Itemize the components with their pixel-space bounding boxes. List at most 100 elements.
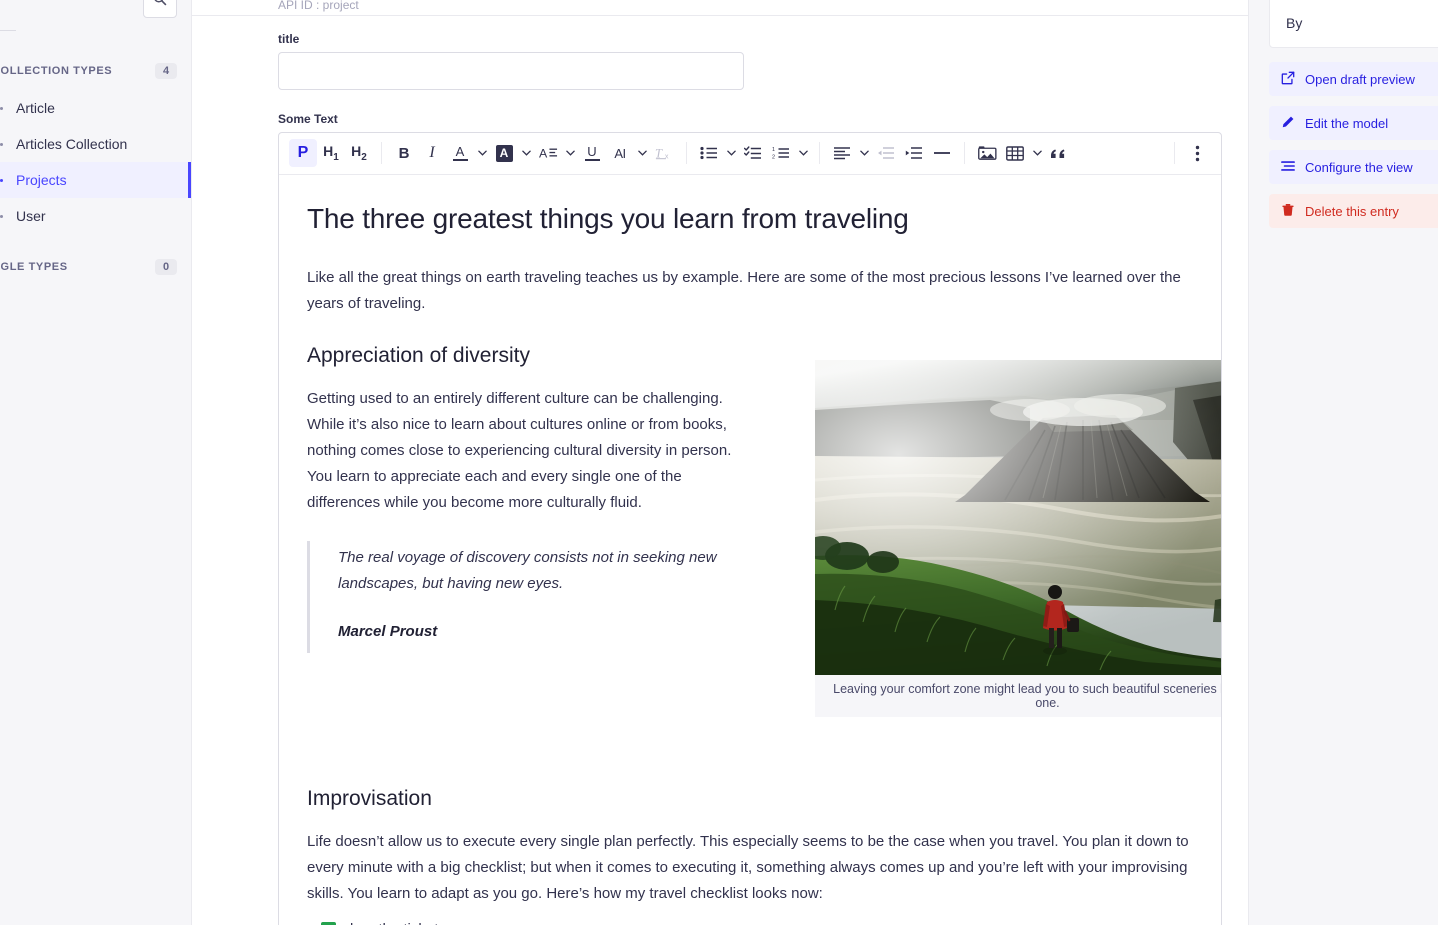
checklist-button[interactable] (739, 139, 767, 167)
edit-the-model-button[interactable]: Edit the model (1269, 106, 1438, 140)
text-color-icon: A (453, 145, 468, 161)
font-size-chevron-down-icon[interactable] (634, 139, 650, 167)
sidebar-item-user[interactable]: User (0, 198, 191, 234)
richtext-field-label: Some Text (278, 112, 1162, 126)
sidebar-section-title: NGLE TYPES (0, 261, 68, 273)
toolbar-separator (1174, 142, 1175, 164)
configure-the-view-button[interactable]: Configure the view (1269, 150, 1438, 184)
editor-toolbar: P H1 H2 B I (279, 133, 1221, 175)
title-input[interactable] (278, 52, 744, 90)
editor-document[interactable]: The three greatest things you learn from… (279, 175, 1221, 925)
bold-button[interactable]: B (390, 139, 418, 167)
clear-formatting-button[interactable]: T x (650, 139, 678, 167)
search-icon (153, 0, 167, 11)
sidebar-section-title: COLLECTION TYPES (0, 65, 112, 77)
bullet-icon (0, 143, 3, 146)
checklist: buy the ticket (321, 921, 1193, 925)
intro-paragraph: Like all the great things on earth trave… (307, 265, 1193, 317)
image-icon (978, 145, 997, 161)
clear-formatting-icon: T x (655, 145, 673, 161)
font-family-button[interactable]: A (534, 139, 562, 167)
text-color-button[interactable]: A (446, 139, 474, 167)
rich-text-editor: P H1 H2 B I (278, 132, 1222, 925)
checklist-icon (744, 146, 762, 160)
toolbar-separator (686, 142, 687, 164)
sidebar-divider (0, 30, 16, 31)
outdent-button[interactable] (872, 139, 900, 167)
sidebar: COLLECTION TYPES 4 Article Articles Coll… (0, 0, 192, 925)
svg-text:A: A (539, 147, 548, 161)
highlight-icon: A (496, 145, 513, 162)
blockquote-button[interactable] (1045, 139, 1073, 167)
svg-text:2: 2 (772, 155, 775, 161)
sidebar-item-projects[interactable]: Projects (0, 162, 191, 198)
more-options-button[interactable] (1183, 139, 1211, 167)
align-chevron-down-icon[interactable] (856, 139, 872, 167)
main-content: API ID : project title Some Text P H1 H2 (192, 0, 1248, 925)
delete-this-entry-button[interactable]: Delete this entry (1269, 194, 1438, 228)
section-diversity: Appreciation of diversity Getting used t… (307, 344, 1193, 733)
section-text-column: Appreciation of diversity Getting used t… (307, 344, 747, 652)
checklist-item[interactable]: buy the ticket (321, 921, 1193, 925)
sidebar-item-article[interactable]: Article (0, 90, 191, 126)
bullet-list-chevron-down-icon[interactable] (723, 139, 739, 167)
section-paragraph: Getting used to an entirely different cu… (307, 386, 747, 515)
heading-2-button[interactable]: H2 (345, 139, 373, 167)
underline-letter: U (587, 145, 596, 158)
section-paragraph: Life doesn’t allow us to execute every s… (307, 829, 1193, 906)
entry-metadata-card: Last update By (1269, 0, 1438, 48)
bullet-icon (0, 179, 3, 182)
entry-actions: Open draft preview Edit the model (1269, 62, 1438, 228)
font-family-chevron-down-icon[interactable] (562, 139, 578, 167)
api-id-label: API ID : project (192, 0, 1248, 16)
bold-icon: B (399, 145, 410, 162)
italic-button[interactable]: I (418, 139, 446, 167)
sidebar-item-label: Articles Collection (16, 136, 127, 152)
figure: Leaving your comfort zone might lead you… (815, 360, 1221, 717)
indent-button[interactable] (900, 139, 928, 167)
external-link-icon (1281, 71, 1295, 88)
insert-table-button[interactable] (1001, 139, 1029, 167)
pencil-icon (1281, 115, 1295, 132)
by-label: By (1286, 15, 1438, 31)
blockquote-text: The real voyage of discovery consists no… (338, 545, 747, 597)
sidebar-item-articles-collection[interactable]: Articles Collection (0, 126, 191, 162)
section-heading: Improvisation (307, 787, 1193, 811)
italic-icon: I (429, 144, 434, 162)
font-size-button[interactable]: AI (606, 139, 634, 167)
font-family-icon: A (539, 145, 558, 161)
numbered-list-button[interactable]: 1 2 (767, 139, 795, 167)
open-draft-preview-label: Open draft preview (1305, 72, 1415, 87)
font-size-icon: AI (614, 146, 625, 161)
bullet-list-button[interactable] (695, 139, 723, 167)
toolbar-separator (381, 142, 382, 164)
right-panel: Last update By Open draft preview (1248, 0, 1438, 925)
sidebar-section-count: 4 (155, 63, 177, 79)
edit-the-model-label: Edit the model (1305, 116, 1388, 131)
table-icon (1006, 146, 1024, 161)
checklist-item-label: buy the ticket (350, 921, 438, 925)
insert-image-button[interactable] (973, 139, 1001, 167)
heading-1-button[interactable]: H1 (317, 139, 345, 167)
more-vertical-icon (1195, 145, 1200, 162)
open-draft-preview-button[interactable]: Open draft preview (1269, 62, 1438, 96)
text-color-letter: A (456, 145, 465, 158)
bullet-icon (0, 107, 3, 110)
table-chevron-down-icon[interactable] (1029, 139, 1045, 167)
highlight-chevron-down-icon[interactable] (518, 139, 534, 167)
align-button[interactable] (828, 139, 856, 167)
section-improvisation: Improvisation Life doesn’t allow us to e… (307, 787, 1193, 925)
highlight-button[interactable]: A (490, 139, 518, 167)
text-color-chevron-down-icon[interactable] (474, 139, 490, 167)
toolbar-separator (819, 142, 820, 164)
paragraph-button[interactable]: P (289, 139, 317, 167)
sidebar-item-label: Projects (16, 172, 67, 188)
underline-button[interactable]: U (578, 139, 606, 167)
field-spacer (278, 90, 1162, 112)
sliders-icon (1281, 159, 1295, 176)
search-button[interactable] (143, 0, 177, 18)
horizontal-rule-button[interactable] (928, 139, 956, 167)
numbered-list-chevron-down-icon[interactable] (795, 139, 811, 167)
volcano-landscape-photo (815, 360, 1221, 675)
blockquote-author: Marcel Proust (338, 619, 747, 645)
